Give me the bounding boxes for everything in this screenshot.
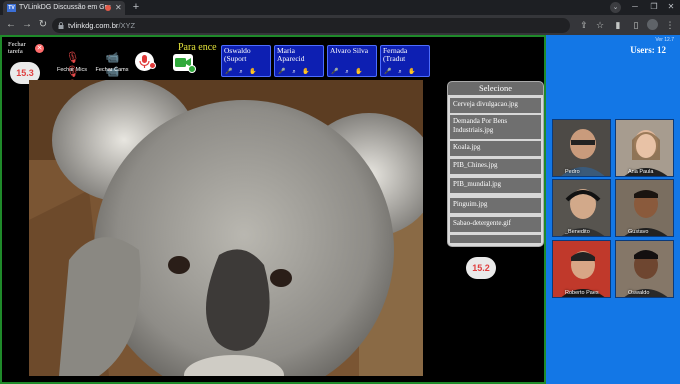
mic-small-icon[interactable]: 🎤: [331, 69, 339, 76]
url-domain: tvlinkdg.com.br: [68, 21, 119, 30]
user-tile-controls: 🎤 ⌕ ✋: [278, 67, 320, 76]
close-task-icon[interactable]: ✕: [35, 44, 44, 53]
user-tile-alvaro[interactable]: Alvaro Silva 🎤 ⌕ ✋: [327, 45, 377, 77]
mic-small-icon[interactable]: 🎤: [225, 69, 233, 76]
bookmark-star-icon[interactable]: ☆: [594, 19, 606, 31]
hand-icon[interactable]: ✋: [302, 69, 310, 76]
participant-video-oswaldo[interactable]: Oswaldo: [615, 240, 674, 298]
hand-icon[interactable]: ✋: [249, 69, 257, 76]
file-item[interactable]: Sabao-detergente.gif: [450, 217, 541, 232]
screen: TV TVLinkDG Discussão em Gru ✕ + ⌄ ─ ❐ ✕…: [0, 0, 680, 384]
participant-video-roberto-paes[interactable]: Roberto Paes: [552, 240, 611, 298]
file-item[interactable]: Pinguim.jpg: [450, 198, 541, 213]
user-tile-maria[interactable]: Maria Aparecid 🎤 ⌕ ✋: [274, 45, 324, 77]
zoom-icon[interactable]: ⌕: [343, 69, 351, 76]
shared-koala-image: [29, 80, 423, 376]
participant-video-gustavo[interactable]: Gustavo: [615, 179, 674, 237]
participant-video-ana-paula[interactable]: Ana Paula: [615, 119, 674, 177]
browser-tab-strip: TV TVLinkDG Discussão em Gru ✕ + ⌄ ─ ❐ ✕: [0, 0, 680, 15]
participants-sidebar: Ver 12.7 Users: 12 Pedro Ana Paula _Bene…: [546, 35, 680, 384]
user-tile-name: Fernada (Tradut: [383, 46, 408, 63]
file-selector-title: Selecione: [448, 82, 543, 95]
presentation-stage: Fechar tarefa ✕ 15.3 🎙🎙🎙 Fechar Mics 📹📹📹…: [0, 35, 546, 384]
back-arrow-icon[interactable]: ←: [5, 19, 17, 31]
microphones-icon: 🎙🎙🎙: [65, 52, 80, 92]
participant-name: _Benedito: [565, 229, 590, 235]
browser-toolbar: ← → ↻ tvlinkdg.com.br/XYZ ⇪ ☆ ▮ ▯ ⋮: [0, 15, 680, 35]
share-icon[interactable]: ⇪: [578, 19, 590, 31]
koala-picture: [29, 80, 423, 376]
reload-icon[interactable]: ↻: [37, 19, 49, 31]
participant-name: Oswaldo: [628, 290, 650, 296]
participant-name: Ana Paula: [628, 169, 654, 175]
browser-tab[interactable]: TV TVLinkDG Discussão em Gru ✕: [3, 1, 125, 15]
zoom-icon[interactable]: ⌕: [396, 69, 404, 76]
profile-avatar-icon[interactable]: [647, 19, 658, 30]
user-tile-controls: 🎤 ⌕ ✋: [384, 67, 426, 76]
user-tile-controls: 🎤 ⌕ ✋: [225, 67, 267, 76]
user-tile-fernada[interactable]: Fernada (Tradut 🎤 ⌕ ✋: [380, 45, 430, 77]
close-task-label[interactable]: Fechar tarefa: [8, 41, 36, 55]
tab-close-icon[interactable]: ✕: [115, 1, 123, 15]
zoom-icon[interactable]: ⌕: [237, 69, 245, 76]
app-area: Fechar tarefa ✕ 15.3 🎙🎙🎙 Fechar Mics 📹📹📹…: [0, 35, 680, 384]
user-tile-name: Maria Aparecid: [277, 46, 305, 63]
step-badge-bottom: 15.2: [466, 257, 496, 279]
file-item[interactable]: PIB_Chines.jpg: [450, 159, 541, 174]
lock-icon: [58, 22, 64, 29]
close-cams-button[interactable]: 📹📹📹 Fechar Cams: [94, 51, 130, 92]
file-item[interactable]: Cerveja divulgacao.jpg: [450, 98, 541, 113]
user-tile-controls: 🎤 ⌕ ✋: [331, 67, 373, 76]
site-favicon-icon: TV: [7, 4, 16, 12]
cameras-icon: 📹📹📹: [105, 52, 120, 92]
mic-small-icon[interactable]: 🎤: [384, 69, 392, 76]
tab-title: TVLinkDG Discussão em Gru: [19, 4, 111, 11]
participant-video-benedito[interactable]: _Benedito: [552, 179, 611, 237]
window-close-icon[interactable]: ✕: [660, 0, 680, 14]
participant-name: Gustavo: [628, 229, 649, 235]
extensions-icon[interactable]: ▮: [612, 19, 624, 31]
new-tab-icon[interactable]: +: [130, 1, 142, 13]
zoom-icon[interactable]: ⌕: [290, 69, 298, 76]
banner-text: Para ence: [178, 42, 217, 53]
hand-icon[interactable]: ✋: [408, 69, 416, 76]
close-mics-label: Fechar Mics: [57, 67, 87, 73]
file-item[interactable]: Demanda Por Bens Industriais.jpg: [450, 115, 541, 139]
mic-muted-badge-icon: [149, 62, 156, 69]
url-path: /XYZ: [118, 21, 136, 30]
mic-small-icon[interactable]: 🎤: [278, 69, 286, 76]
close-mics-button[interactable]: 🎙🎙🎙 Fechar Mics: [56, 51, 88, 92]
participant-name: Roberto Paes: [565, 290, 599, 296]
browser-menu-icon[interactable]: ⋮: [664, 19, 676, 31]
sidepanel-icon[interactable]: ▯: [630, 19, 642, 31]
file-item[interactable]: Koala.jpg: [450, 141, 541, 156]
forward-arrow-icon[interactable]: →: [21, 19, 33, 31]
participant-name: Pedro: [565, 169, 580, 175]
version-label: Ver 12.7: [655, 37, 674, 43]
participant-video-pedro[interactable]: Pedro: [552, 119, 611, 177]
file-selector-panel: Selecione Cerveja divulgacao.jpg Demanda…: [447, 81, 544, 247]
file-item-empty: [450, 235, 541, 243]
users-count: Users: 12: [630, 45, 666, 55]
recording-indicator-icon: [105, 5, 111, 11]
hand-icon[interactable]: ✋: [355, 69, 363, 76]
user-tile-name: Alvaro Silva: [330, 46, 369, 55]
camera-on-badge-icon: [188, 65, 196, 73]
user-tile-oswaldo[interactable]: Oswaldo (Suport 🎤 ⌕ ✋: [221, 45, 271, 77]
address-bar[interactable]: tvlinkdg.com.br/XYZ: [52, 18, 570, 33]
participant-silhouette: [553, 120, 610, 176]
tab-search-icon[interactable]: ⌄: [610, 2, 621, 13]
close-cams-label: Fechar Cams: [95, 67, 129, 73]
file-item[interactable]: PIB_mundial.jpg: [450, 178, 541, 193]
user-tile-name: Oswaldo (Suport: [224, 46, 251, 63]
